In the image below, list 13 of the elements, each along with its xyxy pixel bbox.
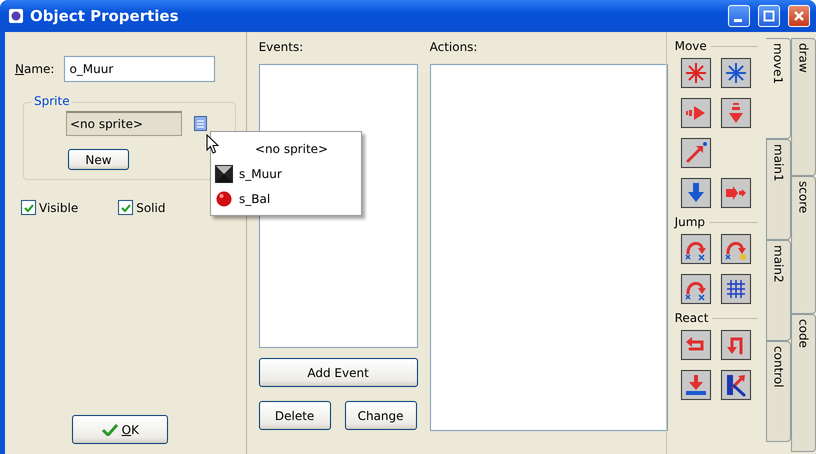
actions-label: Actions: [430, 40, 478, 54]
menu-item-label: s_Muur [239, 166, 282, 180]
group-label: Jump [674, 215, 706, 229]
group-label: Move [674, 39, 707, 53]
checkbox-label: Visible [39, 200, 78, 214]
sprite-group-label: Sprite [32, 94, 72, 108]
name-label: Name: [15, 62, 54, 76]
menu-item-label: <no sprite> [255, 142, 328, 156]
menu-item-label: s_Bal [239, 192, 270, 206]
group-label: React [674, 311, 708, 325]
events-label: Events: [258, 40, 304, 54]
checkbox-label: Solid [136, 200, 166, 214]
window-title: Object Properties [30, 7, 180, 25]
